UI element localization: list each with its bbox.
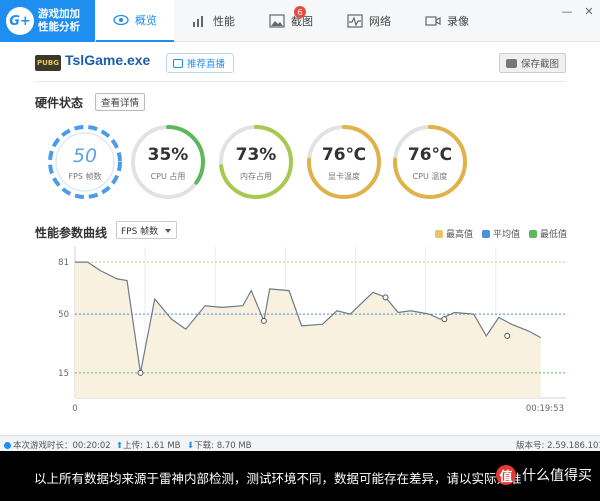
fps-marker-point — [382, 294, 389, 301]
download-value: 8.70 MB — [216, 441, 252, 451]
fps-line-chart: 81 50 15 0 00:19:53 — [58, 247, 566, 414]
download-status: ⬇下载: 8.70 MB — [187, 439, 252, 451]
upload-label: 上传: — [123, 441, 143, 451]
caption-bar: 以上所有数据均来源于雷神内部检测，测试环境不同，数据可能存在差异，请以实际为准 … — [0, 451, 600, 501]
y-tick-label: 50 — [58, 310, 69, 320]
duration-value: 00:20:02 — [72, 441, 111, 451]
watermark-text: 什么值得买 — [522, 468, 592, 484]
status-bar: 本次游戏时长：00:20:02 ⬆上传: 1.61 MB ⬇下载: 8.70 M… — [0, 435, 600, 451]
watermark: 值 什么值得买 — [496, 465, 592, 485]
watermark-logo: 值 — [496, 465, 516, 485]
version-label: 版本号: — [516, 441, 545, 451]
version-value: 2.59.186.1019 — [547, 441, 600, 451]
clock-icon — [4, 442, 11, 449]
upload-status: ⬆上传: 1.61 MB — [116, 439, 181, 451]
download-label: 下载: — [194, 441, 214, 451]
fps-marker-point — [441, 316, 448, 323]
y-tick-label: 81 — [58, 258, 69, 268]
version-status: 版本号: 2.59.186.1019 — [516, 439, 600, 451]
fps-marker-point — [260, 317, 267, 324]
duration-status: 本次游戏时长：00:20:02 — [4, 439, 111, 451]
duration-label: 本次游戏时长： — [13, 441, 73, 451]
caption-text: 以上所有数据均来源于雷神内部检测，测试环境不同，数据可能存在差异，请以实际为准 — [34, 471, 522, 486]
fps-marker-point — [504, 332, 511, 339]
x-tick-label: 00:19:53 — [526, 404, 564, 414]
fps-marker-point — [137, 369, 144, 376]
y-tick-label: 15 — [58, 369, 69, 379]
x-tick-label: 0 — [72, 404, 77, 414]
upload-value: 1.61 MB — [145, 441, 181, 451]
